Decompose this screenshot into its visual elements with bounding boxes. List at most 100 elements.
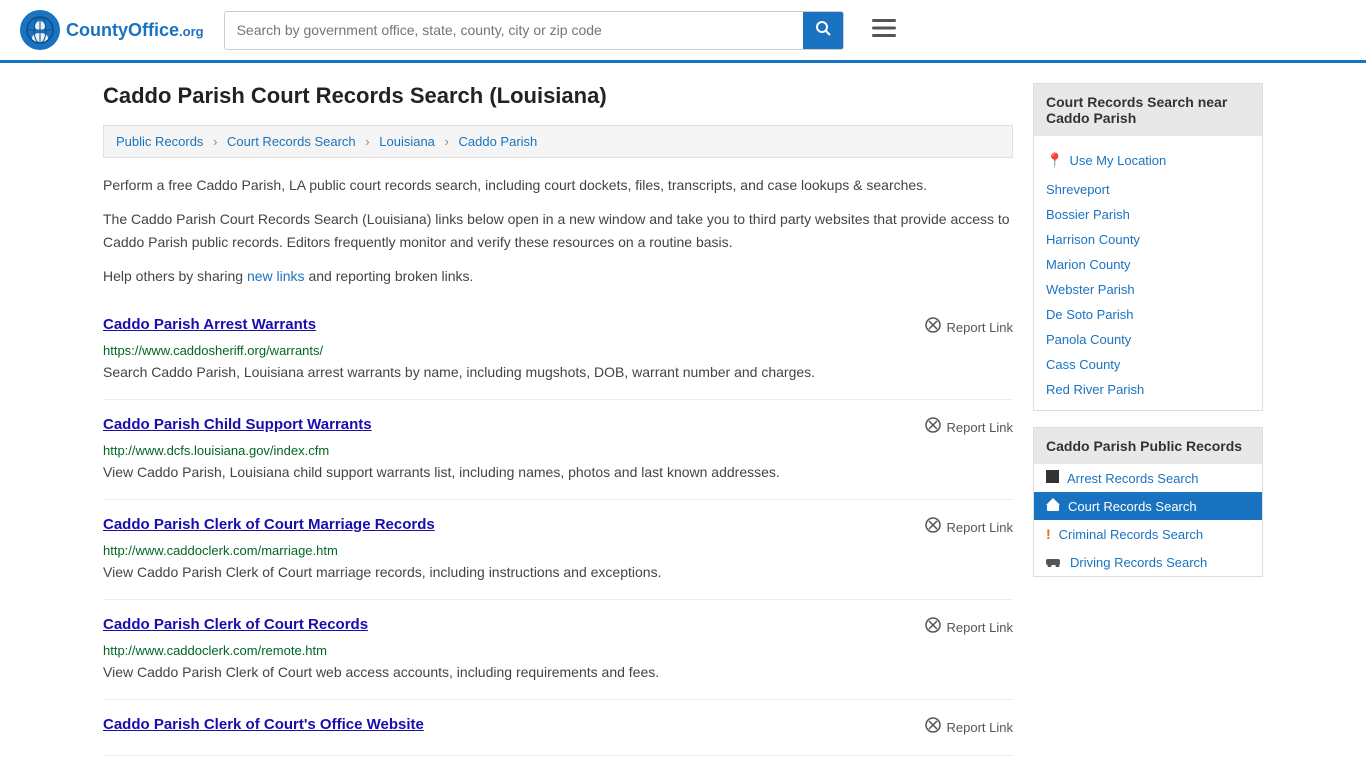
result-header: Caddo Parish Child Support Warrants Repo… (103, 416, 1013, 439)
logo[interactable]: CountyOffice.org (20, 10, 204, 50)
breadcrumb-sep-2: › (365, 134, 369, 149)
result-url[interactable]: http://www.caddoclerk.com/marriage.htm (103, 543, 1013, 558)
nav-item-label[interactable]: Arrest Records Search (1067, 471, 1199, 486)
nav-icon (1046, 554, 1062, 570)
nearby-link-item: Cass County (1034, 352, 1262, 377)
report-link[interactable]: Report Link (924, 416, 1013, 439)
result-header: Caddo Parish Arrest Warrants Report Link (103, 316, 1013, 339)
sidebar-nav-item[interactable]: Arrest Records Search (1034, 464, 1262, 492)
logo-icon (20, 10, 60, 50)
result-item: Caddo Parish Clerk of Court Records Repo… (103, 600, 1013, 700)
search-container (224, 11, 844, 50)
use-location-item: 📍 Use My Location (1034, 144, 1262, 177)
sidebar: Court Records Search near Caddo Parish 📍… (1033, 83, 1263, 756)
nearby-link-item: De Soto Parish (1034, 302, 1262, 327)
nav-icon (1046, 470, 1059, 486)
result-header: Caddo Parish Clerk of Court Records Repo… (103, 616, 1013, 639)
nearby-link[interactable]: Marion County (1046, 257, 1131, 272)
result-title[interactable]: Caddo Parish Clerk of Court Marriage Rec… (103, 516, 435, 533)
nearby-link-item: Shreveport (1034, 177, 1262, 202)
nearby-link-item: Marion County (1034, 252, 1262, 277)
nearby-link[interactable]: Bossier Parish (1046, 207, 1130, 222)
result-header: Caddo Parish Clerk of Court Marriage Rec… (103, 516, 1013, 539)
result-header: Caddo Parish Clerk of Court's Office Web… (103, 716, 1013, 739)
header: CountyOffice.org (0, 0, 1366, 63)
nearby-link[interactable]: Shreveport (1046, 182, 1110, 197)
nearby-link[interactable]: Red River Parish (1046, 382, 1144, 397)
main-wrapper: Caddo Parish Court Records Search (Louis… (83, 63, 1283, 776)
public-records-header: Caddo Parish Public Records (1034, 428, 1262, 464)
result-desc: View Caddo Parish Clerk of Court web acc… (103, 662, 1013, 683)
nav-items-list: Arrest Records Search Court Records Searc… (1034, 464, 1262, 576)
nearby-link[interactable]: Webster Parish (1046, 282, 1135, 297)
nearby-link-item: Harrison County (1034, 227, 1262, 252)
nearby-links-list: Shreveport Bossier Parish Harrison County M… (1034, 177, 1262, 402)
page-title: Caddo Parish Court Records Search (Louis… (103, 83, 1013, 109)
result-desc: Search Caddo Parish, Louisiana arrest wa… (103, 362, 1013, 383)
result-title[interactable]: Caddo Parish Clerk of Court's Office Web… (103, 716, 424, 733)
nearby-link[interactable]: Panola County (1046, 332, 1131, 347)
nearby-link[interactable]: Cass County (1046, 357, 1120, 372)
use-location-link[interactable]: Use My Location (1069, 153, 1166, 168)
nearby-section: Court Records Search near Caddo Parish 📍… (1033, 83, 1263, 411)
breadcrumb: Public Records › Court Records Search › … (103, 125, 1013, 158)
nearby-header: Court Records Search near Caddo Parish (1034, 84, 1262, 136)
result-url[interactable]: http://www.caddoclerk.com/remote.htm (103, 643, 1013, 658)
result-title[interactable]: Caddo Parish Arrest Warrants (103, 316, 316, 333)
nearby-link-item: Red River Parish (1034, 377, 1262, 402)
result-url[interactable]: https://www.caddosheriff.org/warrants/ (103, 343, 1013, 358)
result-desc: View Caddo Parish Clerk of Court marriag… (103, 562, 1013, 583)
menu-button[interactable] (864, 13, 904, 47)
nav-item-label[interactable]: Criminal Records Search (1059, 527, 1204, 542)
desc-para-3-prefix: Help others by sharing (103, 268, 247, 284)
nearby-link-item: Bossier Parish (1034, 202, 1262, 227)
report-icon (924, 616, 942, 639)
report-link[interactable]: Report Link (924, 316, 1013, 339)
search-button[interactable] (803, 12, 843, 49)
sidebar-nav-item[interactable]: Court Records Search (1034, 492, 1262, 520)
nearby-link-item: Webster Parish (1034, 277, 1262, 302)
breadcrumb-sep-3: › (445, 134, 449, 149)
nav-icon: ! (1046, 526, 1051, 542)
breadcrumb-sep-1: › (213, 134, 217, 149)
nav-icon (1046, 498, 1060, 514)
report-icon (924, 516, 942, 539)
nav-item-label[interactable]: Driving Records Search (1070, 555, 1207, 570)
result-item: Caddo Parish Child Support Warrants Repo… (103, 400, 1013, 500)
results-list: Caddo Parish Arrest Warrants Report Link… (103, 300, 1013, 756)
nearby-link-item: Panola County (1034, 327, 1262, 352)
result-desc: View Caddo Parish, Louisiana child suppo… (103, 462, 1013, 483)
sidebar-nav-item[interactable]: ! Criminal Records Search (1034, 520, 1262, 548)
result-title[interactable]: Caddo Parish Clerk of Court Records (103, 616, 368, 633)
nearby-link[interactable]: De Soto Parish (1046, 307, 1133, 322)
desc-para-1: Perform a free Caddo Parish, LA public c… (103, 174, 1013, 196)
report-icon (924, 716, 942, 739)
public-records-section: Caddo Parish Public Records Arrest Recor… (1033, 427, 1263, 577)
report-icon (924, 416, 942, 439)
report-icon (924, 316, 942, 339)
location-pin-icon: 📍 (1046, 152, 1063, 169)
nearby-link[interactable]: Harrison County (1046, 232, 1140, 247)
desc-para-3-suffix: and reporting broken links. (305, 268, 474, 284)
sidebar-nav-item[interactable]: Driving Records Search (1034, 548, 1262, 576)
desc-para-3: Help others by sharing new links and rep… (103, 265, 1013, 287)
report-link[interactable]: Report Link (924, 716, 1013, 739)
search-input[interactable] (225, 14, 803, 46)
new-links-link[interactable]: new links (247, 268, 305, 284)
breadcrumb-court-records[interactable]: Court Records Search (227, 134, 356, 149)
logo-label: CountyOffice.org (66, 20, 204, 41)
report-link[interactable]: Report Link (924, 516, 1013, 539)
result-url[interactable]: http://www.dcfs.louisiana.gov/index.cfm (103, 443, 1013, 458)
result-title[interactable]: Caddo Parish Child Support Warrants (103, 416, 372, 433)
result-item: Caddo Parish Clerk of Court's Office Web… (103, 700, 1013, 756)
result-item: Caddo Parish Arrest Warrants Report Link… (103, 300, 1013, 400)
content-area: Caddo Parish Court Records Search (Louis… (103, 83, 1013, 756)
breadcrumb-public-records[interactable]: Public Records (116, 134, 203, 149)
report-link[interactable]: Report Link (924, 616, 1013, 639)
breadcrumb-caddo-parish[interactable]: Caddo Parish (459, 134, 538, 149)
result-item: Caddo Parish Clerk of Court Marriage Rec… (103, 500, 1013, 600)
nav-item-label[interactable]: Court Records Search (1068, 499, 1197, 514)
nearby-links: 📍 Use My Location Shreveport Bossier Pari… (1034, 136, 1262, 410)
breadcrumb-louisiana[interactable]: Louisiana (379, 134, 435, 149)
hamburger-icon (872, 17, 896, 42)
